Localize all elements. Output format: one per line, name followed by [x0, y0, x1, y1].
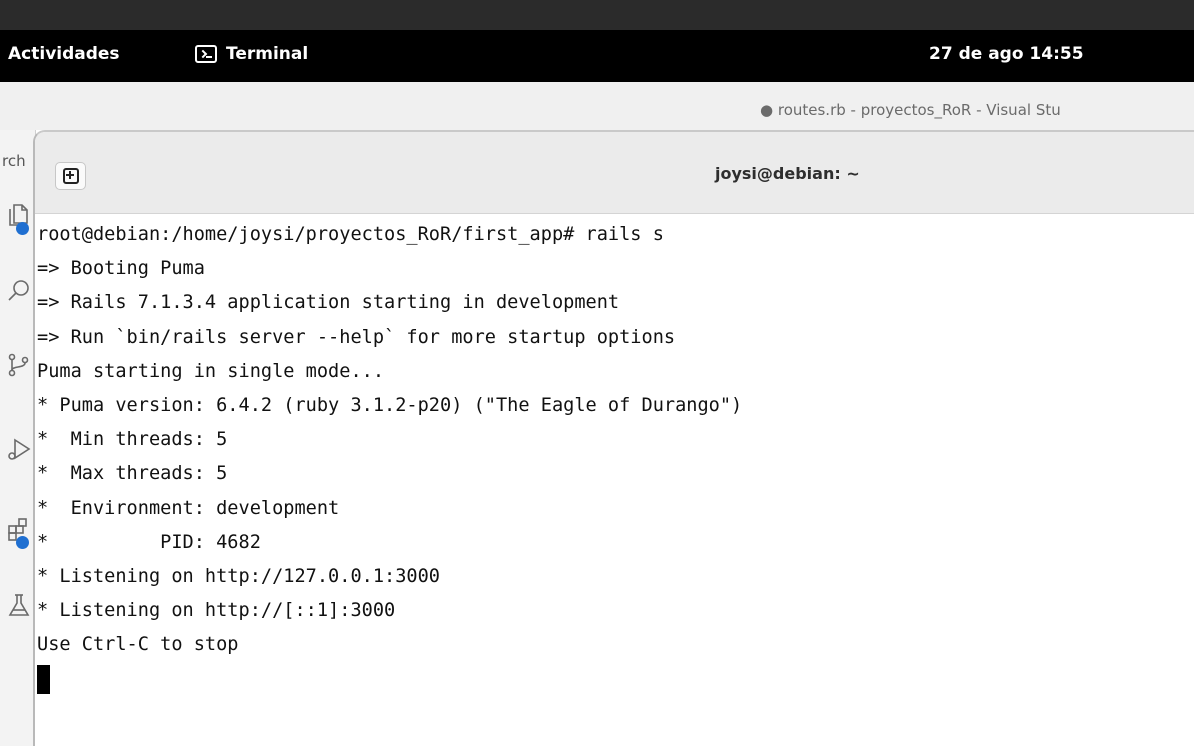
testing-icon[interactable]: [6, 592, 32, 618]
clock[interactable]: 27 de ago 14:55: [929, 44, 1084, 64]
vscode-window-title: ● routes.rb - proyectos_RoR - Visual Stu: [760, 101, 1061, 119]
terminal-title: joysi@debian: ~: [715, 164, 860, 183]
terminal-output[interactable]: root@debian:/home/joysi/proyectos_RoR/fi…: [37, 218, 1187, 738]
terminal-line: Puma starting in single mode...: [37, 360, 385, 382]
new-tab-button[interactable]: [55, 162, 86, 190]
gnome-top-bar: Actividades Terminal 27 de ago 14:55: [0, 30, 1194, 82]
source-control-icon[interactable]: [6, 352, 32, 378]
terminal-line: * Listening on http://127.0.0.1:3000: [37, 565, 440, 587]
terminal-line: * Min threads: 5: [37, 429, 228, 451]
terminal-line: * Environment: development: [37, 497, 340, 519]
terminal-line: * Listening on http://[::1]:3000: [37, 600, 396, 622]
terminal-line: => Rails 7.1.3.4 application starting in…: [37, 292, 620, 314]
terminal-headerbar[interactable]: joysi@debian: ~: [35, 132, 1194, 214]
run-debug-icon[interactable]: [6, 436, 32, 462]
search-icon[interactable]: [6, 278, 32, 304]
app-menu-terminal[interactable]: Terminal: [195, 44, 308, 64]
terminal-window: joysi@debian: ~ root@debian:/home/joysi/…: [33, 130, 1194, 746]
explorer-badge: [16, 222, 29, 235]
terminal-cursor: [37, 665, 50, 695]
terminal-line: * Puma version: 6.4.2 (ruby 3.1.2-p20) (…: [37, 394, 743, 416]
sidebar-partial-label: rch: [2, 152, 26, 170]
terminal-cursor-line: [37, 662, 1187, 696]
terminal-line: root@debian:/home/joysi/proyectos_RoR/fi…: [37, 224, 664, 245]
terminal-line: => Run `bin/rails server --help` for mor…: [37, 326, 676, 348]
extensions-badge: [16, 536, 29, 549]
terminal-icon: [195, 45, 217, 63]
vscode-titlebar[interactable]: ● routes.rb - proyectos_RoR - Visual Stu: [0, 82, 1194, 130]
terminal-line: Use Ctrl-C to stop: [37, 634, 239, 656]
terminal-line: * PID: 4682: [37, 531, 261, 553]
terminal-line: => Booting Puma: [37, 258, 205, 280]
activities-button[interactable]: Actividades: [8, 44, 120, 64]
terminal-line: * Max threads: 5: [37, 463, 228, 485]
vscode-activity-bar: rch: [0, 130, 36, 746]
screen-top-strip: [0, 0, 1194, 30]
app-menu-label: Terminal: [226, 44, 309, 64]
plus-box-icon: [62, 168, 79, 184]
